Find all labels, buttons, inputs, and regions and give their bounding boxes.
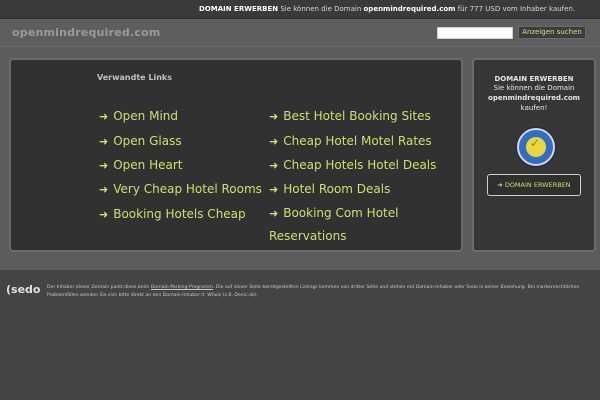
arrow-right-icon: ➜ (269, 159, 279, 172)
arrow-right-icon: ➜ (99, 208, 109, 221)
related-link-label: Hotel Room Deals (283, 182, 391, 196)
domain-parking-link[interactable]: Domain-Parking-Programm (151, 285, 213, 290)
related-link-label: Open Heart (113, 158, 183, 172)
arrow-right-icon: ➜ (269, 207, 279, 220)
top-bar-text-after: für 777 USD vom Inhaber kaufen. (457, 5, 576, 13)
related-link[interactable]: ➜ Open Mind (99, 108, 178, 125)
site-name: openmindrequired.com (12, 26, 161, 39)
related-link-label: Open Mind (113, 109, 178, 123)
buy-domain-line1: Sie können die Domain (493, 84, 575, 92)
related-link-label: Cheap Hotels Hotel Deals (283, 158, 437, 172)
related-link[interactable]: ➜ Very Cheap Hotel Rooms (99, 181, 262, 198)
top-bar: DOMAIN ERWERBEN Sie können die Domain op… (0, 0, 600, 19)
buy-domain-panel: DOMAIN ERWERBEN Sie können die Domain op… (472, 58, 596, 252)
sedo-logo-text: sedo (11, 283, 41, 296)
top-bar-text-before: Sie können die Domain (280, 5, 362, 13)
related-link[interactable]: ➜ Cheap Hotels Hotel Deals (269, 157, 436, 174)
buy-domain-title: DOMAIN ERWERBEN (494, 75, 574, 83)
related-link[interactable]: ➜ Best Hotel Booking Sites (269, 108, 431, 125)
related-link[interactable]: ➜ Hotel Room Deals (269, 181, 390, 198)
related-link-label: Booking Com Hotel Reservations (269, 206, 399, 243)
arrow-right-icon: ➜ (99, 159, 109, 172)
arrow-right-icon: ➜ (269, 183, 279, 196)
search-button[interactable]: Anzeigen suchen (518, 26, 586, 39)
related-link[interactable]: ➜ Booking Hotels Cheap (99, 206, 246, 223)
search-input[interactable] (437, 27, 513, 39)
top-bar-cta[interactable]: DOMAIN ERWERBEN (199, 5, 278, 13)
sedo-logo: (sedo (6, 283, 40, 296)
related-link-label: Booking Hotels Cheap (113, 207, 246, 221)
arrow-right-icon: ➜ (99, 135, 109, 148)
related-link-label: Very Cheap Hotel Rooms (113, 182, 262, 196)
buy-domain-name: openmindrequired.com (488, 94, 580, 102)
related-link[interactable]: ➜ Cheap Hotel Motel Rates (269, 133, 432, 150)
related-links-title: Verwandte Links (97, 73, 172, 82)
top-bar-message: DOMAIN ERWERBEN Sie können die Domain op… (199, 0, 575, 18)
arrow-right-icon: ➜ (497, 181, 505, 189)
trust-seal-icon: ✓ (517, 128, 555, 166)
related-link-label: Open Glass (113, 134, 182, 148)
related-link-label: Cheap Hotel Motel Rates (283, 134, 432, 148)
top-bar-domain: openmindrequired.com (363, 5, 456, 13)
main-content: Verwandte Links ➜ Open Mind ➜ Open Glass ➜… (0, 47, 600, 270)
buy-domain-line2: kaufen! (520, 104, 548, 112)
related-links-panel: Verwandte Links ➜ Open Mind ➜ Open Glass ➜… (9, 58, 463, 252)
arrow-right-icon: ➜ (99, 183, 109, 196)
header: openmindrequired.com Anzeigen suchen (0, 19, 600, 47)
related-link[interactable]: ➜ Open Glass (99, 133, 182, 150)
footer: (sedo Der Inhaber dieser Domain parkt di… (0, 270, 600, 400)
related-link-label: Best Hotel Booking Sites (283, 109, 431, 123)
related-link[interactable]: ➜ Open Heart (99, 157, 182, 174)
footer-disclaimer: Der Inhaber dieser Domain parkt diese be… (47, 284, 582, 299)
checkmark-icon: ✓ (530, 136, 541, 150)
arrow-right-icon: ➜ (269, 110, 279, 123)
disclaimer-text-1: Der Inhaber dieser Domain parkt diese be… (47, 285, 150, 290)
buy-domain-button[interactable]: ➜ DOMAIN ERWERBEN (487, 174, 581, 196)
buy-domain-button-label: DOMAIN ERWERBEN (504, 181, 571, 189)
arrow-right-icon: ➜ (99, 110, 109, 123)
arrow-right-icon: ➜ (269, 135, 279, 148)
related-link[interactable]: ➜ Booking Com Hotel Reservations (269, 202, 419, 248)
